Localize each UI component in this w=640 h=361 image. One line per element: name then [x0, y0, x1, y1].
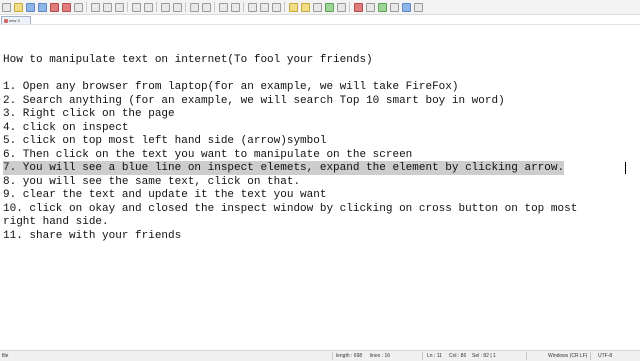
zoom-out-icon[interactable]: [202, 2, 211, 12]
function-list-icon[interactable]: [313, 2, 322, 12]
editor-line: How to manipulate text on internet(To fo…: [3, 54, 373, 66]
editor-line: 11. share with your friends: [3, 230, 182, 242]
paste-icon[interactable]: [115, 2, 124, 12]
indent-guide-icon[interactable]: [272, 2, 281, 12]
toolbar-divider: [243, 2, 244, 12]
stop-macro-icon[interactable]: [366, 2, 375, 12]
print-icon[interactable]: [74, 2, 83, 12]
cut-icon[interactable]: [91, 2, 100, 12]
toolbar-divider: [127, 2, 128, 12]
editor-line: 5. click on top most left hand side (arr…: [3, 135, 327, 147]
editor-line: 6. Then click on the text you want to ma…: [3, 149, 413, 161]
text-caret: [625, 162, 626, 174]
toolbar-divider: [349, 2, 350, 12]
toolbar-divider: [284, 2, 285, 12]
toolbar-divider: [214, 2, 215, 12]
tab-label: new 3: [9, 17, 20, 23]
redo-icon[interactable]: [144, 2, 153, 12]
sync-horizontal-icon[interactable]: [231, 2, 240, 12]
status-divider: [526, 352, 527, 360]
tab-bar: new 3: [0, 15, 640, 25]
save-all-icon[interactable]: [38, 2, 47, 12]
editor-line: 1. Open any browser from laptop(for an e…: [3, 81, 459, 93]
toolbar-divider: [86, 2, 87, 12]
unsaved-file-icon: [4, 18, 8, 23]
show-all-characters-icon[interactable]: [260, 2, 269, 12]
close-icon[interactable]: [50, 2, 59, 12]
toolbar-divider: [185, 2, 186, 12]
tab-document[interactable]: new 3: [1, 16, 31, 24]
play-macro-icon[interactable]: [378, 2, 387, 12]
undo-icon[interactable]: [132, 2, 141, 12]
toolbar: [0, 0, 640, 15]
editor-line: 10. click on okay and closed the inspect…: [3, 203, 578, 215]
copy-icon[interactable]: [103, 2, 112, 12]
status-divider: [332, 352, 333, 360]
status-divider: [422, 352, 423, 360]
save-macro-icon[interactable]: [402, 2, 411, 12]
document-map-icon[interactable]: [301, 2, 310, 12]
status-sel: Sel : 82 | 1: [472, 353, 496, 359]
editor-line: 2. Search anything (for an example, we w…: [3, 95, 505, 107]
editor-line: 8. you will see the same text, click on …: [3, 176, 301, 188]
open-file-icon[interactable]: [14, 2, 23, 12]
status-ln: Ln : 11: [427, 353, 442, 359]
toolbar-divider: [156, 2, 157, 12]
selected-line: 7. You will see a blue line on inspect e…: [3, 161, 565, 175]
language-icon[interactable]: [289, 2, 298, 12]
zoom-in-icon[interactable]: [190, 2, 199, 12]
status-filetype: file: [2, 353, 9, 359]
spell-check-icon[interactable]: [414, 2, 423, 12]
status-divider: [590, 352, 591, 360]
record-macro-icon[interactable]: [354, 2, 363, 12]
status-length: length : 698: [336, 353, 363, 359]
close-all-icon[interactable]: [62, 2, 71, 12]
save-icon[interactable]: [26, 2, 35, 12]
editor-line: 3. Right click on the page: [3, 108, 175, 120]
replace-icon[interactable]: [173, 2, 182, 12]
status-col: Col : 86: [449, 353, 467, 359]
word-wrap-icon[interactable]: [248, 2, 257, 12]
editor-line: 9. clear the text and update it the text…: [3, 189, 327, 201]
monitoring-icon[interactable]: [337, 2, 346, 12]
run-macro-multiple-icon[interactable]: [390, 2, 399, 12]
new-file-icon[interactable]: [2, 2, 11, 12]
editor-line: 4. click on inspect: [3, 122, 129, 134]
text-editor[interactable]: How to manipulate text on internet(To fo…: [0, 26, 640, 344]
sync-vertical-icon[interactable]: [219, 2, 228, 12]
status-lines: lines : 16: [370, 353, 391, 359]
find-icon[interactable]: [161, 2, 170, 12]
status-bar: file length : 698 lines : 16 Ln : 11 Col…: [0, 350, 640, 361]
editor-line: right hand side.: [3, 216, 109, 228]
status-encoding: UTF-8: [598, 353, 613, 359]
status-eol: Windows (CR LF): [548, 353, 588, 359]
folder-workspace-icon[interactable]: [325, 2, 334, 12]
